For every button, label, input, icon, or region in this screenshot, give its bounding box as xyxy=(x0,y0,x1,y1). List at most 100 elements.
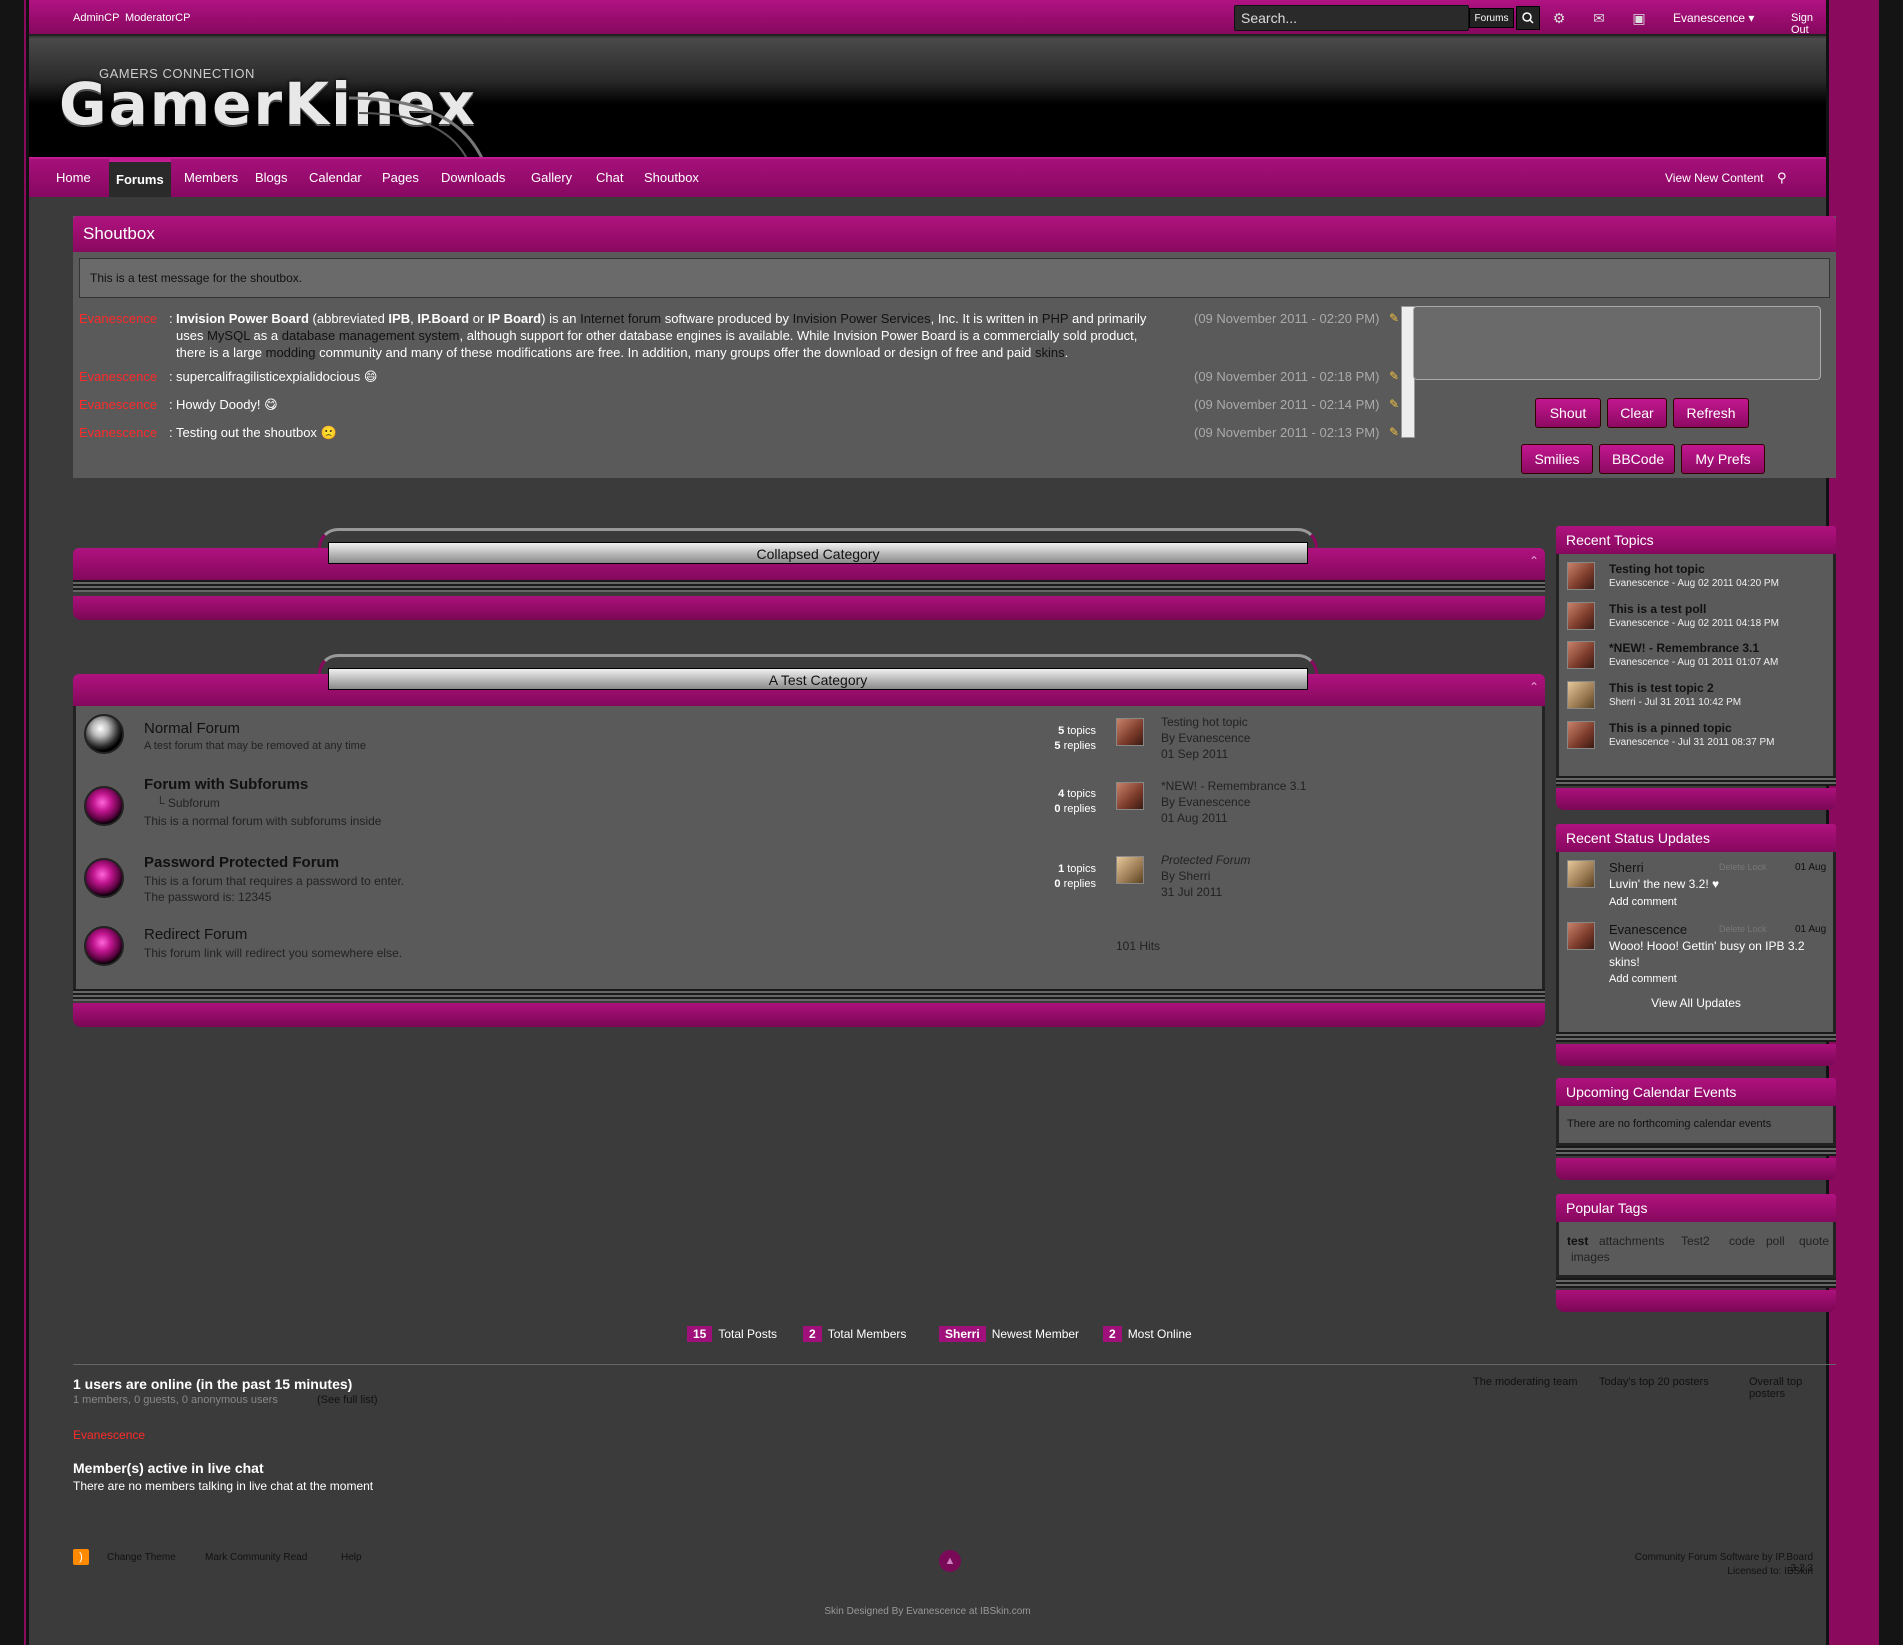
topic-title[interactable]: *NEW! - Remembrance 3.1 xyxy=(1609,641,1759,655)
newest-member-link[interactable]: Sherri xyxy=(939,1326,986,1342)
shout-link[interactable]: database management system xyxy=(282,328,460,343)
user-card-icon[interactable]: ▣ xyxy=(1630,9,1648,27)
expand-toggle-icon[interactable]: ⌃ xyxy=(1529,554,1539,568)
overall-top-posters-link[interactable]: Overall top posters xyxy=(1749,1376,1826,1400)
shout-user[interactable]: Evanescence xyxy=(79,310,175,327)
subforum-name[interactable]: Subforum xyxy=(168,796,220,810)
user-menu[interactable]: Evanescence ▾ xyxy=(1673,11,1754,25)
nav-shoutbox[interactable]: Shoutbox xyxy=(637,159,706,197)
nav-blogs[interactable]: Blogs xyxy=(248,159,295,197)
shout-link[interactable]: modding xyxy=(266,345,316,360)
mail-icon[interactable]: ✉ xyxy=(1590,9,1608,27)
shout-user[interactable]: Evanescence xyxy=(79,396,175,413)
shout-link[interactable]: IPB xyxy=(388,311,410,326)
last-post-user[interactable]: Evanescence xyxy=(1178,731,1250,745)
last-post-user[interactable]: Evanescence xyxy=(1178,795,1250,809)
search-input[interactable]: Search... xyxy=(1234,5,1469,31)
forum-name[interactable]: Password Protected Forum xyxy=(144,854,339,871)
edit-icon[interactable]: ✎ xyxy=(1389,424,1399,441)
tag[interactable]: poll xyxy=(1766,1234,1785,1248)
category-title[interactable]: A Test Category xyxy=(328,668,1308,690)
nav-calendar[interactable]: Calendar xyxy=(302,159,369,197)
avatar[interactable] xyxy=(1116,856,1144,884)
help-link[interactable]: Help xyxy=(341,1552,362,1563)
shout-input[interactable] xyxy=(1413,306,1821,380)
avatar[interactable] xyxy=(1567,922,1595,950)
forum-name[interactable]: Forum with Subforums xyxy=(144,776,308,793)
last-post-title[interactable]: Protected Forum xyxy=(1161,853,1250,867)
edit-icon[interactable]: ✎ xyxy=(1389,396,1399,413)
topic-title[interactable]: This is a pinned topic xyxy=(1609,721,1732,735)
tag[interactable]: code xyxy=(1729,1234,1755,1248)
avatar[interactable] xyxy=(1567,721,1595,749)
topic-title[interactable]: This is a test poll xyxy=(1609,602,1706,616)
topic-title[interactable]: This is test topic 2 xyxy=(1609,681,1714,695)
avatar[interactable] xyxy=(1567,641,1595,669)
edit-icon[interactable]: ✎ xyxy=(1389,310,1399,327)
shout-user[interactable]: Evanescence xyxy=(79,368,175,385)
avatar[interactable] xyxy=(1567,681,1595,709)
shout-link[interactable]: Invision Power Board xyxy=(176,311,309,326)
forum-name[interactable]: Redirect Forum xyxy=(144,926,247,943)
see-full-list-link[interactable]: (See full list) xyxy=(317,1394,378,1406)
back-to-top-icon[interactable]: ▲ xyxy=(939,1550,961,1572)
status-user[interactable]: Sherri xyxy=(1609,860,1644,875)
category-title[interactable]: Collapsed Category xyxy=(328,542,1308,564)
tag[interactable]: quote xyxy=(1799,1234,1829,1248)
clear-button[interactable]: Clear xyxy=(1607,398,1667,428)
tag[interactable]: test xyxy=(1567,1234,1588,1248)
smilies-button[interactable]: Smilies xyxy=(1521,444,1593,474)
collapse-toggle-icon[interactable]: ⌃ xyxy=(1529,680,1539,694)
shout-link[interactable]: skins xyxy=(1035,345,1065,360)
nav-forums[interactable]: Forums xyxy=(109,159,171,197)
shout-link[interactable]: PHP xyxy=(1042,311,1069,326)
last-post-title[interactable]: Testing hot topic xyxy=(1161,715,1248,729)
bbcode-button[interactable]: BBCode xyxy=(1599,444,1675,474)
search-scope-button[interactable]: Forums xyxy=(1469,8,1514,28)
skin-credit[interactable]: Skin Designed By Evanescence at IBSkin.c… xyxy=(29,1606,1826,1617)
status-actions[interactable]: Delete Lock xyxy=(1719,862,1767,872)
moderating-team-link[interactable]: The moderating team xyxy=(1473,1376,1578,1388)
shout-link[interactable]: Invision Power Services xyxy=(793,311,931,326)
modcp-link[interactable]: ModeratorCP xyxy=(125,12,190,24)
subforum-link[interactable]: └ Subforum xyxy=(156,796,220,810)
topic-title[interactable]: Testing hot topic xyxy=(1609,562,1705,576)
shout-link[interactable]: IP.Board xyxy=(417,311,469,326)
change-theme-link[interactable]: Change Theme xyxy=(107,1552,176,1563)
online-user[interactable]: Evanescence xyxy=(73,1428,145,1442)
shout-link[interactable]: Internet forum xyxy=(580,311,661,326)
nav-home[interactable]: Home xyxy=(49,159,98,197)
map-pin-icon[interactable]: ⚲ xyxy=(1770,159,1794,197)
admincp-link[interactable]: AdminCP xyxy=(73,12,119,24)
view-all-updates-link[interactable]: View All Updates xyxy=(1559,996,1833,1010)
top-20-posters-link[interactable]: Today's top 20 posters xyxy=(1599,1376,1709,1388)
gear-icon[interactable]: ⚙ xyxy=(1550,9,1568,27)
avatar[interactable] xyxy=(1567,562,1595,590)
last-post-title[interactable]: *NEW! - Remembrance 3.1 xyxy=(1161,779,1306,793)
sign-out-link[interactable]: Sign Out xyxy=(1791,12,1826,36)
nav-gallery[interactable]: Gallery xyxy=(524,159,579,197)
shout-button[interactable]: Shout xyxy=(1535,398,1601,428)
add-comment-link[interactable]: Add comment xyxy=(1609,973,1677,985)
edit-icon[interactable]: ✎ xyxy=(1389,368,1399,385)
add-comment-link[interactable]: Add comment xyxy=(1609,896,1677,908)
avatar[interactable] xyxy=(1567,602,1595,630)
nav-members[interactable]: Members xyxy=(177,159,245,197)
avatar[interactable] xyxy=(1116,782,1144,810)
view-new-content-link[interactable]: View New Content xyxy=(1658,159,1771,197)
nav-pages[interactable]: Pages xyxy=(375,159,426,197)
tag[interactable]: attachments xyxy=(1599,1234,1664,1248)
search-button[interactable] xyxy=(1516,6,1540,30)
shout-user[interactable]: Evanescence xyxy=(79,424,175,441)
forum-name[interactable]: Normal Forum xyxy=(144,720,240,737)
avatar[interactable] xyxy=(1567,860,1595,888)
last-post-user[interactable]: Sherri xyxy=(1178,869,1210,883)
rss-icon[interactable]: ) xyxy=(73,1549,89,1565)
status-user[interactable]: Evanescence xyxy=(1609,922,1687,937)
status-actions[interactable]: Delete Lock xyxy=(1719,924,1767,934)
avatar[interactable] xyxy=(1116,718,1144,746)
nav-downloads[interactable]: Downloads xyxy=(434,159,512,197)
nav-chat[interactable]: Chat xyxy=(589,159,630,197)
shout-link[interactable]: MySQL xyxy=(207,328,250,343)
tag[interactable]: images xyxy=(1571,1250,1610,1264)
